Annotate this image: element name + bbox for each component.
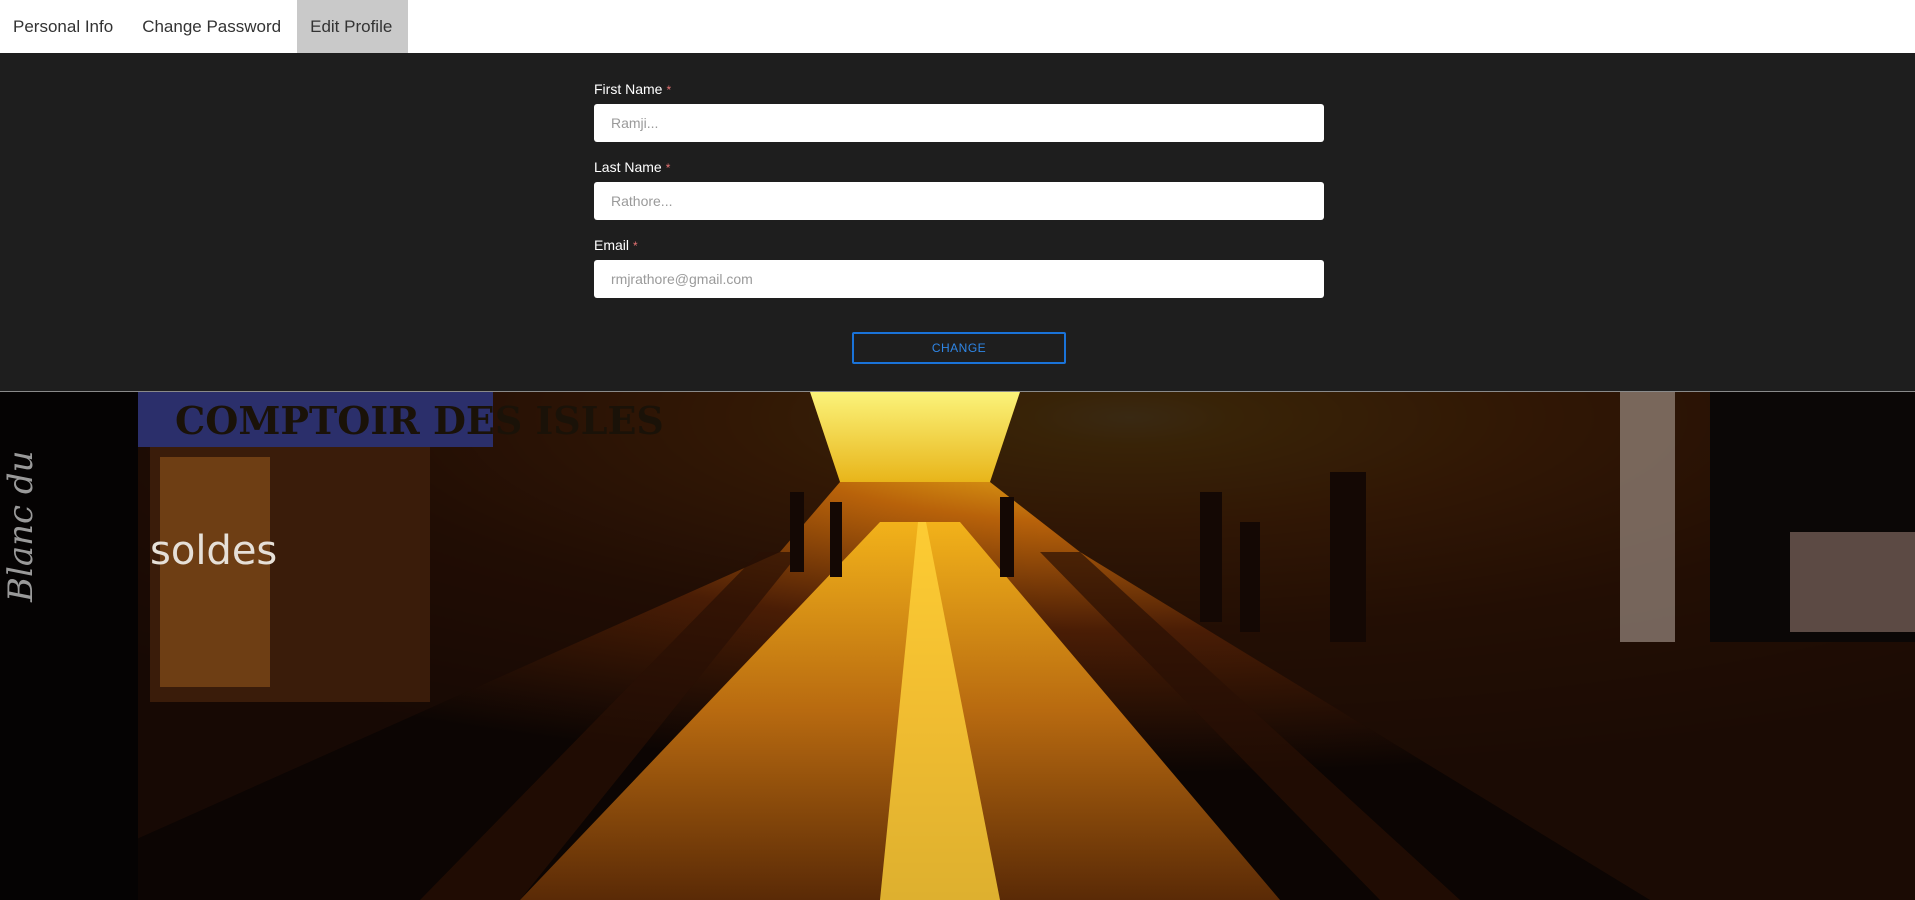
email-label-text: Email	[594, 237, 630, 253]
side-script: Blanc du	[1, 450, 41, 603]
last-name-label-text: Last Name	[594, 159, 662, 175]
profile-tabs: Personal Info Change Password Edit Profi…	[0, 0, 1915, 53]
required-mark: *	[665, 161, 671, 175]
required-mark: *	[666, 83, 672, 97]
tab-edit-profile[interactable]: Edit Profile	[297, 0, 409, 53]
last-name-input[interactable]	[594, 182, 1324, 220]
tab-change-password[interactable]: Change Password	[129, 0, 297, 53]
change-button[interactable]: CHANGE	[852, 332, 1066, 364]
street-sunset-photo: COMPTOIR DES ISLES soldes Blanc du	[0, 392, 1915, 900]
email-label: Email *	[594, 237, 638, 253]
edit-profile-form: First Name* Last Name* Email* CHANGE	[0, 53, 1915, 392]
window-text: soldes	[150, 528, 277, 574]
last-name-label: Last Name *	[594, 159, 670, 175]
tab-personal-info[interactable]: Personal Info	[0, 0, 129, 53]
email-input[interactable]	[594, 260, 1324, 298]
required-mark: *	[633, 239, 638, 253]
first-name-label: First Name *	[594, 81, 671, 97]
first-name-input[interactable]	[594, 104, 1324, 142]
first-name-label-text: First Name	[594, 81, 663, 97]
shop-sign: COMPTOIR DES ISLES	[175, 398, 664, 443]
